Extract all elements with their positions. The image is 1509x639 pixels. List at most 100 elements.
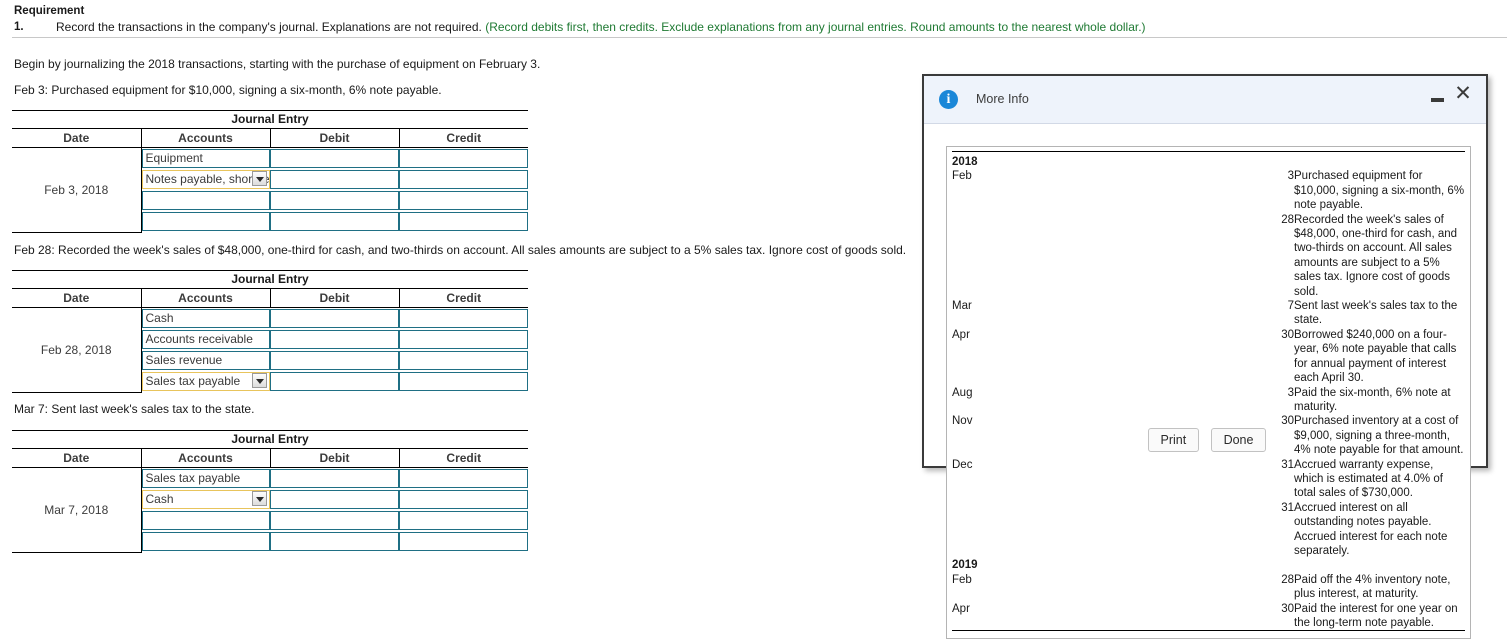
accounts-cell [141, 510, 270, 531]
transaction-description: Purchased equipment for $10,000, signing… [1294, 170, 1465, 212]
credit-input[interactable] [399, 469, 528, 488]
requirement-block: Requirement 1. Record the transactions in… [0, 0, 1509, 38]
transaction-day: 7 [1287, 300, 1294, 313]
account-input[interactable] [141, 511, 270, 530]
transaction-month: Feb [952, 573, 972, 586]
credit-input[interactable] [399, 372, 528, 391]
debit-input[interactable] [270, 191, 399, 210]
transaction-month: Apr [952, 602, 970, 615]
journal-row: Feb 3, 2018 Equipment [12, 147, 528, 232]
transaction-day: 31 [1281, 458, 1294, 471]
entry-date: Mar 7, 2018 [12, 467, 142, 552]
year-row: 2018 [952, 155, 1465, 169]
credit-input[interactable] [399, 309, 528, 328]
transaction-description: Paid off the 4% inventory note, plus int… [1294, 573, 1451, 601]
credit-input[interactable] [399, 490, 528, 509]
account-input[interactable]: Equipment [141, 149, 270, 168]
credit-cell [399, 350, 528, 371]
credit-input[interactable] [399, 330, 528, 349]
minimize-icon[interactable] [1431, 98, 1444, 102]
accounts-cell: Accounts receivable [141, 329, 270, 350]
prompt-mar7: Mar 7: Sent last week's sales tax to the… [14, 402, 255, 416]
debit-cell [270, 211, 399, 232]
transaction-day: 3 [1287, 386, 1294, 399]
account-input[interactable]: Cash [141, 309, 270, 328]
debit-input[interactable] [270, 170, 399, 189]
account-input[interactable]: Accounts receivable [141, 330, 270, 349]
credit-cell [399, 308, 528, 330]
debit-cell [270, 329, 399, 350]
credit-input[interactable] [399, 511, 528, 530]
dialog-titlebar: i More Info ✕ [924, 76, 1486, 124]
account-input[interactable]: Sales revenue [141, 351, 270, 370]
journal-caption: Journal Entry [12, 270, 528, 289]
accounts-cell: Cash [141, 308, 270, 330]
debit-cell [270, 510, 399, 531]
transaction-day: 28 [1281, 213, 1294, 226]
transaction-month: Feb [952, 170, 972, 183]
debit-input[interactable] [270, 469, 399, 488]
debit-input[interactable] [270, 212, 399, 231]
account-input[interactable]: Sales tax payable [141, 469, 270, 488]
journal-caption: Journal Entry [12, 110, 528, 129]
transaction-month: Apr [952, 328, 970, 341]
debit-input[interactable] [270, 511, 399, 530]
debit-input[interactable] [270, 149, 399, 168]
debit-input[interactable] [270, 532, 399, 551]
accounts-cell: Cash [141, 489, 270, 510]
debit-cell [270, 169, 399, 190]
info-circle-icon: i [939, 90, 958, 109]
transactions-panel: 2018 Feb 3 Purchased equipment for $10,000,… [946, 146, 1471, 639]
accounts-cell [141, 531, 270, 552]
year-label: 2019 [952, 559, 978, 572]
transaction-month: Mar [952, 300, 972, 313]
transaction-description: Recorded the week's sales of $48,000, on… [1294, 213, 1458, 298]
transaction-month: Dec [952, 458, 973, 471]
credit-input[interactable] [399, 532, 528, 551]
debit-input[interactable] [270, 330, 399, 349]
dialog-body: 2018 Feb 3 Purchased equipment for $10,000,… [924, 124, 1486, 639]
print-button[interactable]: Print [1147, 428, 1200, 452]
transaction-month [952, 501, 1123, 559]
account-input[interactable]: Cash [141, 490, 270, 509]
column-header-credit: Credit [399, 128, 528, 148]
debit-input[interactable] [270, 490, 399, 509]
transaction-description: Paid the interest for one year on the lo… [1294, 602, 1458, 629]
accounts-cell: Sales tax payable [141, 371, 270, 392]
transaction-description: Sent last week's sales tax to the state. [1294, 300, 1458, 327]
column-header-debit: Debit [270, 128, 400, 148]
column-header-date: Date [12, 288, 142, 308]
close-icon[interactable]: ✕ [1452, 83, 1474, 105]
account-input[interactable]: Sales tax payable [141, 372, 270, 391]
column-header-date: Date [12, 128, 142, 148]
debit-input[interactable] [270, 309, 399, 328]
transaction-day: 28 [1281, 573, 1294, 586]
transaction-description: Paid the six-month, 6% note at maturity. [1294, 386, 1451, 413]
done-button[interactable]: Done [1210, 428, 1267, 452]
credit-input[interactable] [399, 149, 528, 168]
credit-input[interactable] [399, 351, 528, 370]
credit-input[interactable] [399, 170, 528, 189]
debit-input[interactable] [270, 372, 399, 391]
transaction-month: Aug [952, 386, 973, 399]
debit-cell [270, 468, 399, 490]
journal-entry-table: Journal Entry Date Accounts Debit Credit Feb … [12, 270, 528, 395]
account-input[interactable] [141, 532, 270, 551]
debit-input[interactable] [270, 351, 399, 370]
account-input[interactable]: Notes payable, short-term [141, 170, 270, 189]
account-input[interactable] [141, 191, 270, 210]
transaction-row: Feb 28 Paid off the 4% inventory note, plu… [952, 573, 1465, 602]
credit-input[interactable] [399, 191, 528, 210]
column-header-debit: Debit [270, 288, 400, 308]
dialog-title: More Info [976, 92, 1029, 106]
transaction-month [952, 213, 1123, 299]
credit-input[interactable] [399, 212, 528, 231]
transaction-row: Dec 31 Accrued warranty expense, which is … [952, 458, 1465, 501]
transaction-row: 31 Accrued interest on all outstanding no… [952, 501, 1465, 559]
chevron-down-icon[interactable] [252, 491, 267, 506]
chevron-down-icon[interactable] [252, 171, 267, 186]
chevron-down-icon[interactable] [252, 373, 267, 388]
header-divider [12, 37, 1507, 38]
account-input[interactable] [141, 212, 270, 231]
transaction-row: Feb 3 Purchased equipment for $10,000, sig… [952, 169, 1465, 212]
